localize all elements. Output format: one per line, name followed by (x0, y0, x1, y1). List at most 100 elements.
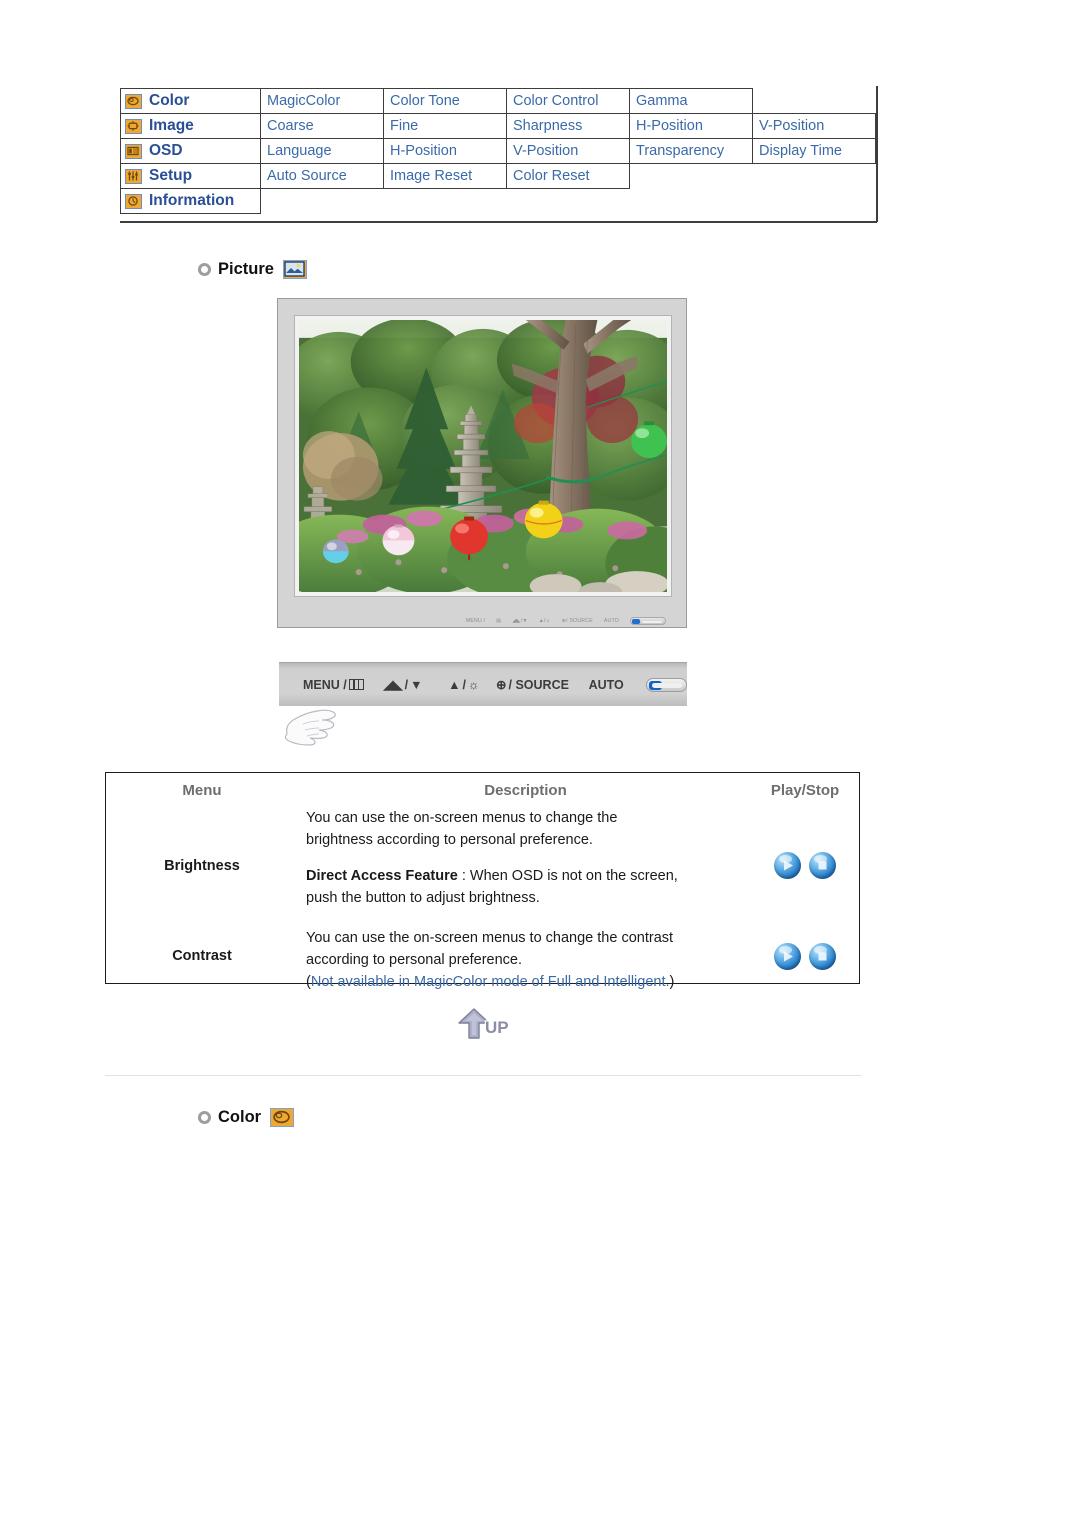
play-orb-icon[interactable] (774, 942, 801, 970)
bezel-power-button[interactable] (630, 617, 666, 625)
osd-option-v-position[interactable]: V-Position (506, 138, 630, 164)
osd-category-color[interactable]: Color (120, 88, 261, 114)
monitor-screen-photo (299, 320, 667, 592)
play-orb-icon[interactable] (774, 852, 801, 879)
bullet-ring-icon (198, 263, 211, 276)
osd-option-coarse[interactable]: Coarse (260, 113, 384, 139)
section-divider (105, 1075, 862, 1076)
setup-sliders-icon (125, 168, 142, 184)
up-button[interactable]: UP (455, 1004, 517, 1045)
enter-icon: ⊕ (496, 678, 507, 692)
osd-category-setup[interactable]: Setup (120, 163, 261, 189)
picture-section-heading: Picture (198, 260, 307, 279)
osd-menu-table: Color MagicColor Color Tone Color Contro… (120, 88, 876, 214)
power-button[interactable] (645, 677, 687, 692)
down-arrow-icon: ▼ (410, 677, 423, 692)
bezel-auto-label: AUTO (603, 618, 619, 624)
up-button-label: UP (485, 1018, 509, 1037)
source-button[interactable]: ⊕ / SOURCE (496, 677, 569, 693)
osd-category-label: OSD (149, 142, 183, 159)
monitor-illustration: MENU / ▤ ◢◣/▼ ▲/☼ ⊕/ SOURCE AUTO (277, 298, 687, 628)
magiccolor-down-button[interactable]: ◢◣ / ▼ (383, 677, 423, 693)
bezel-source-label: ⊕/ SOURCE (561, 618, 593, 624)
bezel-up-label: ▲/☼ (538, 618, 551, 624)
play-stop-controls-contrast (753, 927, 857, 985)
osd-option-gamma[interactable]: Gamma (629, 88, 753, 114)
osd-category-osd[interactable]: OSD (120, 138, 261, 164)
source-button-label: / SOURCE (508, 677, 569, 692)
menu-name-brightness: Brightness (164, 857, 240, 874)
stop-orb-icon[interactable] (809, 942, 836, 970)
document-page: Color MagicColor Color Tone Color Contro… (0, 0, 1080, 1528)
osd-option-magiccolor[interactable]: MagicColor (260, 88, 384, 114)
table-frame-bottom (120, 221, 877, 223)
osd-category-information[interactable]: Information (120, 188, 261, 214)
bezel-window-icon: ▤ (496, 618, 502, 624)
table-row: Color MagicColor Color Tone Color Contro… (120, 88, 876, 114)
menu-button-label: MENU / (303, 677, 347, 692)
desc-line: You can use the on-screen menus to chang… (306, 810, 618, 826)
osd-option-fine[interactable]: Fine (383, 113, 507, 139)
table-row: Information (120, 188, 876, 214)
play-stop-controls-brightness (753, 807, 857, 924)
osd-option-h-position[interactable]: H-Position (383, 138, 507, 164)
color-wheel-icon (125, 93, 142, 109)
description-contrast: You can use the on-screen menus to chang… (298, 927, 753, 990)
header-description: Description (484, 781, 567, 799)
auto-button[interactable]: AUTO (589, 678, 624, 692)
garden-photo (299, 320, 667, 592)
bezel-menu-label: MENU / (465, 618, 486, 624)
osd-option-transparency[interactable]: Transparency (629, 138, 753, 164)
hand-pointer-icon (283, 704, 345, 751)
table-row: Setup Auto Source Image Reset Color Rese… (120, 163, 876, 189)
up-arrow-icon: ▲ (448, 677, 461, 692)
empty-cell (506, 188, 630, 214)
osd-option-image-reset[interactable]: Image Reset (383, 163, 507, 189)
color-section-heading: Color (198, 1108, 295, 1127)
table-row: OSD Language H-Position V-Position Trans… (120, 138, 876, 164)
osd-option-auto-source[interactable]: Auto Source (260, 163, 384, 189)
table-header-row: Menu Description Play/Stop (106, 773, 859, 807)
monitor-control-panel: MENU / ◢◣ / ▼ ▲ / ☼ ⊕ / SOURCE AUTO (279, 662, 687, 706)
auto-button-label: AUTO (588, 677, 624, 692)
empty-cell (629, 188, 753, 214)
empty-cell (752, 88, 876, 114)
availability-note: (Not available in MagicColor mode of Ful… (306, 971, 753, 993)
osd-option-color-control[interactable]: Color Control (506, 88, 630, 114)
osd-option-sharpness[interactable]: Sharpness (506, 113, 630, 139)
table-frame-right (876, 86, 878, 222)
description-table: Menu Description Play/Stop Brightness Yo… (105, 772, 860, 990)
osd-option-color-reset[interactable]: Color Reset (506, 163, 630, 189)
monitor-bezel-controls: MENU / ▤ ◢◣/▼ ▲/☼ ⊕/ SOURCE AUTO (278, 617, 686, 625)
osd-category-image[interactable]: Image (120, 113, 261, 139)
note-close-paren: ) (669, 974, 675, 991)
stop-orb-icon[interactable] (809, 852, 836, 879)
header-play-stop: Play/Stop (770, 781, 840, 799)
empty-cell (629, 163, 753, 189)
color-wheel-icon (270, 1108, 295, 1127)
osd-category-label: Image (149, 117, 194, 134)
osd-option-color-tone[interactable]: Color Tone (383, 88, 507, 114)
bullet-ring-icon (198, 1111, 211, 1124)
picture-thumbnail-icon (282, 260, 307, 279)
magic-glyph-icon: ◢◣ (383, 678, 403, 692)
note-text: Not available in MagicColor mode of Full… (310, 974, 670, 991)
osd-option-display-time[interactable]: Display Time (752, 138, 876, 164)
brightness-up-button[interactable]: ▲ / ☼ (448, 678, 479, 692)
osd-category-label: Setup (149, 167, 193, 184)
osd-option-language[interactable]: Language (260, 138, 384, 164)
osd-option-h-position[interactable]: H-Position (629, 113, 753, 139)
header-menu: Menu (182, 781, 222, 799)
menu-name-contrast: Contrast (172, 948, 232, 964)
menu-button[interactable]: MENU / (303, 678, 364, 692)
image-icon (125, 118, 142, 134)
empty-cell (383, 188, 507, 214)
desc-line: push the button to adjust brightness. (306, 890, 540, 907)
description-brightness: You can use the on-screen menus to chang… (298, 807, 753, 924)
information-icon (125, 193, 142, 209)
osd-option-v-position[interactable]: V-Position (752, 113, 876, 139)
desc-line: You can use the on-screen menus to chang… (306, 930, 674, 946)
monitor-screen-frame (294, 315, 672, 597)
desc-line: brightness according to personal prefere… (306, 832, 593, 849)
table-row: Contrast You can use the on-screen menus… (106, 927, 859, 990)
